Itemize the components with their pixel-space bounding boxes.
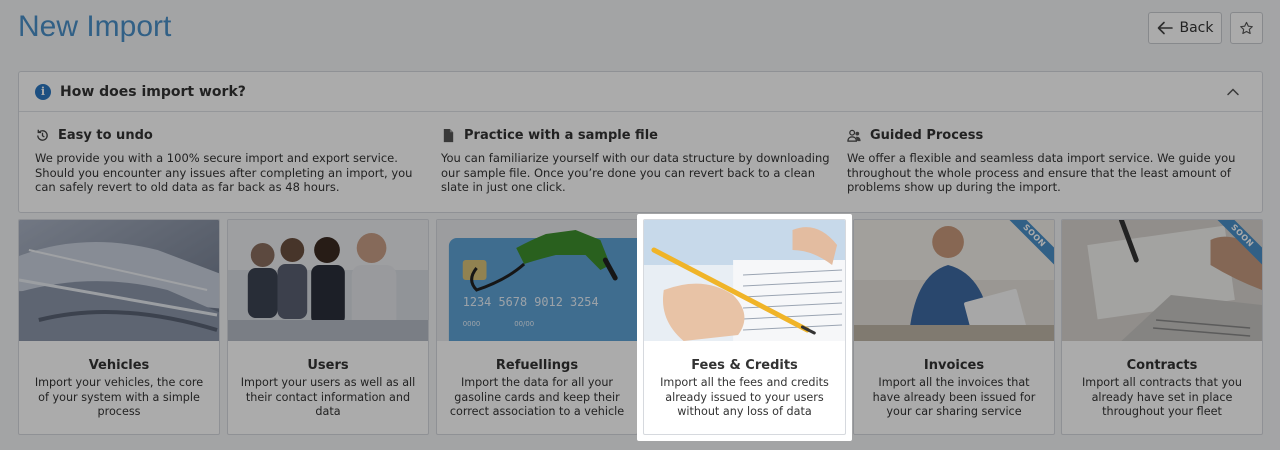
file-icon: [443, 128, 454, 143]
card-contracts[interactable]: SOON Contracts Import all contracts that…: [1061, 219, 1263, 435]
how-import-works-panel: i How does import work? Easy to undo We …: [18, 71, 1263, 213]
card-title: Refuellings: [495, 358, 579, 373]
card-number: 1234 5678 9012 3254: [463, 295, 599, 309]
vehicles-image: [19, 220, 219, 341]
info-icon: i: [35, 83, 51, 100]
card-description: Import your users as well as all their c…: [240, 376, 416, 418]
card-refuellings[interactable]: 1234 5678 9012 3254 0000 00/00 Refuellin…: [436, 219, 638, 435]
card-description: Import the data for all your gasoline ca…: [449, 376, 625, 418]
fees-credits-image: [644, 220, 845, 341]
chevron-up-icon[interactable]: [1226, 85, 1240, 99]
users-icon: [847, 129, 861, 142]
feature-text: We provide you with a 100% secure import…: [35, 151, 413, 194]
feature-guided-process: Guided Process We offer a flexible and s…: [847, 128, 1242, 195]
card-description: Import all the fees and credits already …: [660, 376, 829, 418]
card-title: Vehicles: [88, 358, 150, 373]
favorite-button[interactable]: [1230, 12, 1263, 44]
star-icon: [1240, 21, 1253, 34]
card-title: Fees & Credits: [691, 358, 798, 373]
card-description: Import your vehicles, the core of your s…: [34, 376, 204, 418]
card-description: Import all the invoices that have alread…: [872, 376, 1036, 418]
arrow-left-icon: [1157, 21, 1173, 35]
card-expiry: 00/00: [514, 320, 534, 328]
soon-badge: SOON: [1214, 220, 1262, 268]
card-invoices[interactable]: SOON Invoices Import all the invoices th…: [853, 219, 1055, 435]
undo-clock-icon: [37, 129, 48, 141]
feature-title: Guided Process: [870, 128, 984, 143]
card-title: Contracts: [1126, 358, 1198, 373]
card-users[interactable]: Users Import your users as well as all t…: [227, 219, 429, 435]
fuel-card-image: 1234 5678 9012 3254 0000 00/00: [437, 220, 637, 341]
card-title: Invoices: [923, 358, 985, 373]
card-fees-credits[interactable]: Fees & Credits Import all the fees and c…: [643, 219, 846, 435]
card-vehicles[interactable]: Vehicles Import your vehicles, the core …: [18, 219, 220, 435]
feature-title: Easy to undo: [58, 128, 153, 143]
feature-sample-file: Practice with a sample file You can fami…: [441, 128, 836, 195]
feature-title: Practice with a sample file: [464, 128, 658, 143]
card-description: Import all contracts that you already ha…: [1082, 376, 1242, 418]
card-title: Users: [307, 358, 349, 373]
users-image: [228, 220, 428, 341]
feature-text: You can familiarize yourself with our da…: [441, 151, 830, 194]
feature-easy-undo: Easy to undo We provide you with a 100% …: [35, 128, 430, 195]
back-button-label: Back: [1179, 20, 1214, 36]
panel-title: How does import work?: [60, 83, 246, 100]
soon-badge: SOON: [1006, 220, 1054, 268]
page-title: New Import: [18, 10, 172, 43]
panel-header[interactable]: i How does import work?: [19, 72, 1262, 112]
card-small-number: 0000: [463, 320, 481, 328]
back-button[interactable]: Back: [1148, 12, 1222, 44]
feature-text: We offer a flexible and seamless data im…: [847, 151, 1236, 194]
